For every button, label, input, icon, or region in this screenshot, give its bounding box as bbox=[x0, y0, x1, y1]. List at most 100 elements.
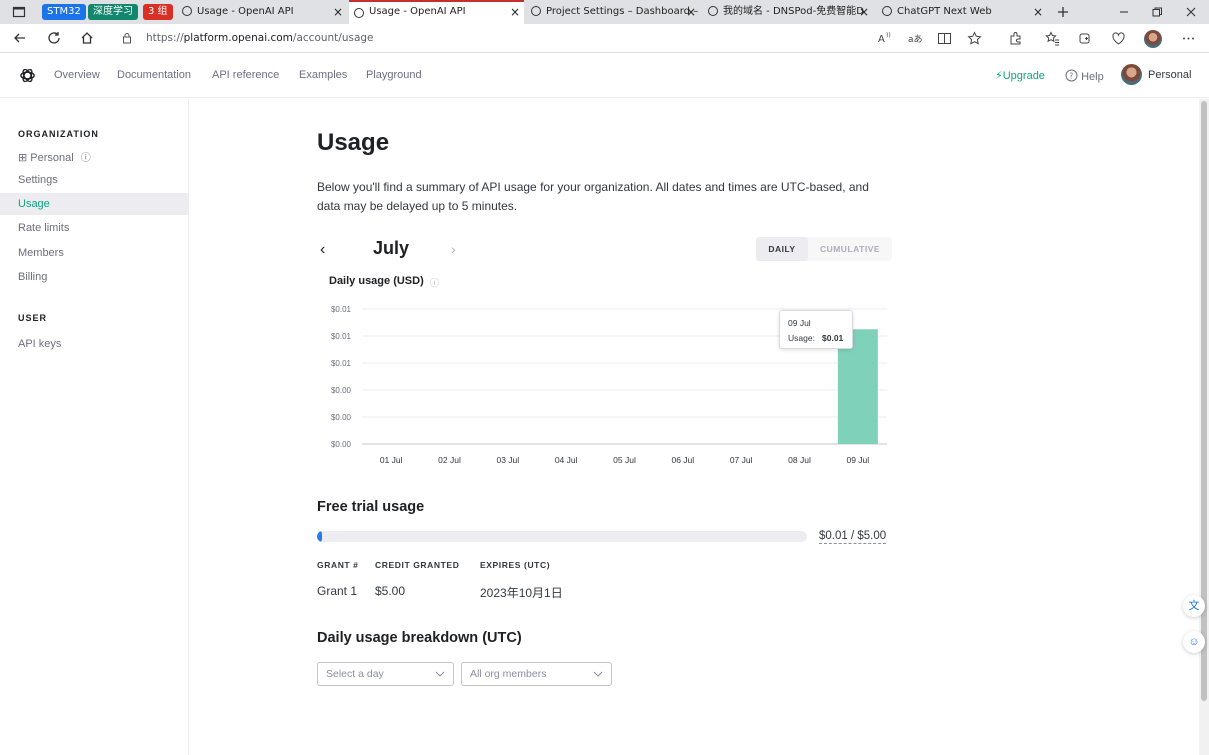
cumulative-toggle-button[interactable]: CUMULATIVE bbox=[808, 237, 892, 261]
lock-icon[interactable] bbox=[121, 32, 133, 44]
page-scrollbar[interactable] bbox=[1199, 99, 1209, 755]
chart-tooltip: 09 Jul Usage: $0.01 bbox=[779, 310, 853, 349]
refresh-icon[interactable] bbox=[46, 30, 62, 46]
chart-title: Daily usage (USD) bbox=[329, 275, 424, 287]
browser-essentials-icon[interactable] bbox=[1111, 31, 1126, 46]
x-tick-label: 01 Jul bbox=[380, 455, 403, 465]
org-switcher[interactable]: ⊞ Personal ⓘ bbox=[0, 147, 188, 169]
translate-float-icon[interactable]: 文 bbox=[1183, 595, 1205, 617]
grant-header-number: GRANT # bbox=[317, 560, 359, 570]
address-field[interactable]: https://platform.openai.com/account/usag… bbox=[146, 32, 374, 44]
sidebar-item-settings[interactable]: Settings bbox=[0, 169, 188, 191]
tab-favicon-icon bbox=[531, 6, 541, 16]
tab-group-chip[interactable]: 深度学习 bbox=[88, 4, 138, 20]
favorites-icon[interactable] bbox=[1045, 31, 1060, 46]
tab-group-chip[interactable]: 3 组 bbox=[143, 4, 173, 20]
y-tick-label: $0.01 bbox=[331, 359, 352, 368]
y-tick-label: $0.01 bbox=[331, 305, 352, 314]
prev-month-chevron-icon[interactable]: ‹ bbox=[320, 241, 325, 259]
daily-toggle-button[interactable]: DAILY bbox=[756, 237, 808, 261]
restore-icon[interactable] bbox=[1150, 5, 1164, 19]
favorite-star-icon[interactable] bbox=[967, 31, 982, 46]
help-icon: ? bbox=[1065, 69, 1078, 82]
nav-documentation[interactable]: Documentation bbox=[117, 69, 191, 81]
tab-close-icon[interactable]: × bbox=[510, 2, 520, 22]
grant-cell-number: Grant 1 bbox=[317, 584, 358, 598]
bolt-icon: ⚡ bbox=[995, 70, 1003, 82]
free-trial-amount[interactable]: $0.01 / $5.00 bbox=[819, 530, 887, 544]
home-icon[interactable] bbox=[79, 30, 95, 46]
day-select[interactable]: Select a day bbox=[317, 662, 454, 686]
members-select-value: All org members bbox=[470, 668, 547, 680]
tab-title: Project Settings – Dashboard – bbox=[546, 6, 699, 17]
sidebar-item-usage[interactable]: Usage bbox=[0, 193, 188, 216]
view-toggle: DAILY CUMULATIVE bbox=[756, 237, 892, 261]
sidebar-item-billing[interactable]: Billing bbox=[0, 266, 188, 288]
sidebar-item-rate-limits[interactable]: Rate limits bbox=[0, 217, 188, 239]
browser-tab[interactable]: Usage - OpenAI API × bbox=[349, 0, 524, 24]
grant-cell-credit: $5.00 bbox=[375, 584, 406, 598]
back-icon[interactable] bbox=[12, 30, 28, 46]
browser-tab[interactable]: Project Settings – Dashboard – × bbox=[526, 0, 700, 24]
members-select[interactable]: All org members bbox=[461, 662, 612, 686]
y-tick-label: $0.00 bbox=[331, 413, 352, 422]
browser-tab[interactable]: Usage - OpenAI API × bbox=[177, 0, 347, 24]
browser-tab[interactable]: ChatGPT Next Web × bbox=[877, 0, 1047, 24]
chevron-down-icon bbox=[435, 671, 445, 677]
x-tick-label: 07 Jul bbox=[730, 455, 753, 465]
month-label: July bbox=[373, 238, 410, 258]
openai-logo-icon[interactable] bbox=[18, 66, 37, 85]
more-options-icon[interactable] bbox=[1181, 31, 1196, 46]
upgrade-link[interactable]: ⚡Upgrade bbox=[995, 69, 1045, 82]
nav-overview[interactable]: Overview bbox=[54, 69, 100, 81]
profile-avatar[interactable] bbox=[1144, 30, 1162, 48]
reader-view-icon[interactable] bbox=[937, 31, 952, 46]
org-briefcase-icon: ⊞ bbox=[18, 152, 28, 164]
site-header: Overview Documentation API reference Exa… bbox=[0, 53, 1209, 98]
grant-header-expires: EXPIRES (UTC) bbox=[480, 560, 551, 570]
y-tick-label: $0.00 bbox=[331, 386, 352, 395]
tab-close-icon[interactable]: × bbox=[686, 0, 696, 24]
help-link[interactable]: ? Help bbox=[1065, 69, 1104, 83]
tab-title: Usage - OpenAI API bbox=[369, 6, 466, 17]
nav-examples[interactable]: Examples bbox=[299, 69, 347, 81]
x-tick-label: 08 Jul bbox=[788, 455, 811, 465]
svg-text:A: A bbox=[878, 34, 885, 45]
assistant-float-icon[interactable]: ☺ bbox=[1183, 631, 1205, 653]
next-month-chevron-icon[interactable]: › bbox=[451, 241, 456, 257]
tooltip-value: $0.01 bbox=[822, 333, 844, 343]
nav-api-reference[interactable]: API reference bbox=[212, 69, 279, 81]
tooltip-date: 09 Jul bbox=[788, 318, 811, 328]
tab-close-icon[interactable]: × bbox=[1033, 0, 1043, 24]
tab-close-icon[interactable]: × bbox=[333, 0, 343, 24]
tab-favicon-icon bbox=[882, 6, 892, 16]
nav-playground[interactable]: Playground bbox=[366, 69, 422, 81]
chart-info-icon[interactable]: ⓘ bbox=[430, 276, 439, 289]
browser-tab[interactable]: 我的域名 - DNSPod-免费智能D × bbox=[703, 0, 873, 24]
tab-title: 我的域名 - DNSPod-免费智能D bbox=[723, 6, 864, 17]
url-prefix: https:// bbox=[146, 32, 184, 44]
account-avatar[interactable] bbox=[1121, 64, 1142, 85]
x-tick-label: 03 Jul bbox=[496, 455, 519, 465]
x-tick-label: 05 Jul bbox=[613, 455, 636, 465]
extensions-icon[interactable] bbox=[1008, 31, 1023, 46]
close-window-icon[interactable] bbox=[1184, 5, 1198, 19]
tab-actions-icon[interactable] bbox=[12, 5, 26, 19]
translate-icon[interactable]: aあ bbox=[908, 31, 923, 46]
minimize-icon[interactable] bbox=[1117, 5, 1131, 19]
account-menu[interactable]: Personal bbox=[1148, 69, 1191, 81]
day-select-placeholder: Select a day bbox=[326, 668, 384, 680]
read-aloud-icon[interactable]: A)) bbox=[878, 31, 893, 46]
x-tick-label: 06 Jul bbox=[671, 455, 694, 465]
collections-icon[interactable] bbox=[1078, 31, 1093, 46]
page-title: Usage bbox=[317, 129, 390, 156]
sidebar: ORGANIZATION ⊞ Personal ⓘ Settings Usage R… bbox=[0, 99, 189, 755]
info-icon: ⓘ bbox=[80, 153, 91, 164]
new-tab-icon[interactable] bbox=[1056, 5, 1070, 19]
sidebar-item-api-keys[interactable]: API keys bbox=[0, 333, 188, 355]
tab-close-icon[interactable]: × bbox=[859, 0, 869, 24]
page-description: Below you'll find a summary of API usage… bbox=[317, 180, 869, 213]
svg-text:)): )) bbox=[886, 32, 891, 39]
tab-group-chip[interactable]: STM32 bbox=[42, 4, 86, 20]
sidebar-item-members[interactable]: Members bbox=[0, 242, 188, 264]
